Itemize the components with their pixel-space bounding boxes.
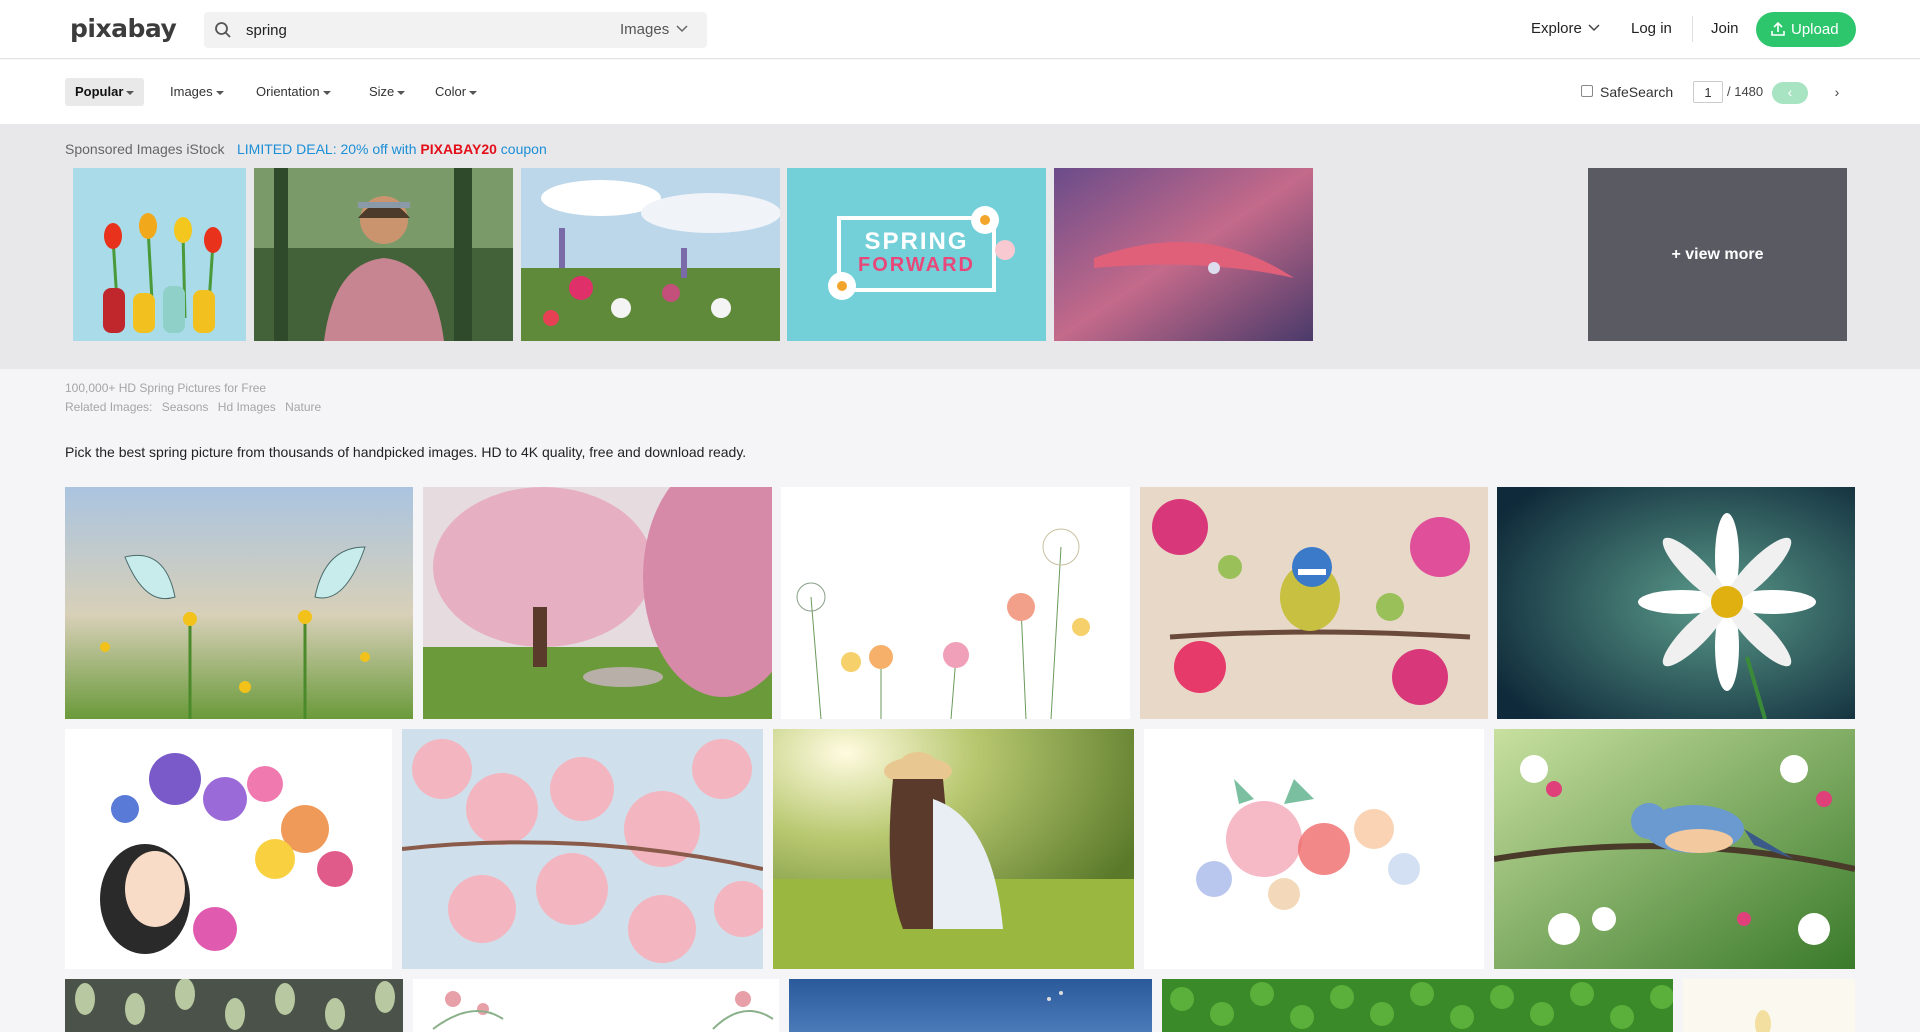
- upload-button[interactable]: Upload: [1756, 12, 1856, 47]
- gallery-image[interactable]: [773, 729, 1134, 969]
- gallery-image[interactable]: [1162, 979, 1673, 1032]
- safesearch-checkbox[interactable]: [1581, 85, 1593, 97]
- gallery-image[interactable]: [789, 979, 1152, 1032]
- next-page-button[interactable]: ›: [1820, 82, 1854, 104]
- filter-label: Images: [170, 84, 213, 99]
- filter-size-dropdown[interactable]: Size: [359, 78, 415, 106]
- search-input[interactable]: [246, 18, 576, 42]
- gallery-image[interactable]: [423, 487, 772, 719]
- banner-spring-text: SPRING: [864, 228, 969, 255]
- gallery-image[interactable]: [65, 487, 413, 719]
- sponsored-label: Sponsored Images iStock: [65, 141, 225, 157]
- page-description: Pick the best spring picture from thousa…: [65, 444, 747, 460]
- sponsored-image[interactable]: [1054, 168, 1313, 341]
- caret-down-icon: [469, 90, 478, 95]
- related-label: Related Images:: [65, 400, 153, 414]
- filter-label: Orientation: [256, 84, 320, 99]
- gallery-image[interactable]: [1144, 729, 1484, 969]
- upload-icon: [1771, 22, 1785, 36]
- login-link[interactable]: Log in: [1631, 20, 1672, 37]
- sponsored-image[interactable]: [73, 168, 246, 341]
- gallery-image[interactable]: [65, 979, 403, 1032]
- deal-suffix: coupon: [496, 141, 547, 157]
- deal-prefix: LIMITED DEAL: 20% off with: [237, 141, 421, 157]
- caret-down-icon: [215, 90, 224, 95]
- filter-label: Size: [369, 84, 395, 99]
- caret-down-icon: [322, 90, 331, 95]
- chevron-down-icon: [1588, 24, 1600, 32]
- caret-down-icon: [126, 90, 135, 95]
- gallery-image[interactable]: [413, 979, 779, 1032]
- join-link[interactable]: Join: [1711, 20, 1739, 37]
- sort-label: Popular: [75, 84, 124, 99]
- gallery-image[interactable]: [1140, 487, 1488, 719]
- search-icon: [215, 22, 231, 38]
- coupon-code: PIXABAY20: [420, 141, 497, 157]
- top-header: pixabay Images Explore Log in Join Uploa…: [0, 0, 1920, 59]
- caret-down-icon: [397, 90, 406, 95]
- page-number-input[interactable]: [1693, 81, 1723, 103]
- related-images: Related Images: Seasons Hd Images Nature: [65, 400, 327, 414]
- chevron-down-icon: [676, 25, 688, 33]
- gallery-image[interactable]: [1683, 979, 1855, 1032]
- related-link-hd-images[interactable]: Hd Images: [218, 400, 276, 414]
- banner-forward-text: FORWARD: [858, 254, 975, 276]
- upload-label: Upload: [1791, 21, 1839, 38]
- sponsored-image[interactable]: [254, 168, 513, 341]
- page-total: / 1480: [1727, 84, 1764, 99]
- sponsored-image[interactable]: [521, 168, 780, 341]
- results-title: 100,000+ HD Spring Pictures for Free: [65, 381, 267, 395]
- sort-popular-dropdown[interactable]: Popular: [65, 78, 145, 106]
- filter-orientation-dropdown[interactable]: Orientation: [246, 78, 341, 106]
- coupon-deal-link[interactable]: LIMITED DEAL: 20% off with PIXABAY20 cou…: [237, 141, 547, 157]
- gallery-image[interactable]: [402, 729, 763, 969]
- gallery-image[interactable]: [1494, 729, 1855, 969]
- view-more-button[interactable]: + view more: [1588, 168, 1847, 341]
- search-bar[interactable]: Images: [204, 12, 707, 48]
- related-link-nature[interactable]: Nature: [285, 400, 321, 414]
- sponsored-image[interactable]: SPRING FORWARD: [787, 168, 1046, 341]
- gallery-image[interactable]: [1497, 487, 1855, 719]
- filter-images-dropdown[interactable]: Images: [160, 78, 234, 106]
- prev-page-button[interactable]: ‹: [1772, 82, 1808, 104]
- explore-menu[interactable]: Explore: [1531, 20, 1582, 37]
- search-type-select[interactable]: Images: [620, 21, 669, 38]
- gallery-image[interactable]: [65, 729, 392, 969]
- gallery-image[interactable]: [781, 487, 1130, 719]
- filter-color-dropdown[interactable]: Color: [425, 78, 487, 106]
- safesearch-label[interactable]: SafeSearch: [1600, 84, 1673, 100]
- header-divider: [1692, 16, 1693, 42]
- filter-label: Color: [435, 84, 467, 99]
- pixabay-logo[interactable]: pixabay: [70, 14, 177, 43]
- related-link-seasons[interactable]: Seasons: [162, 400, 209, 414]
